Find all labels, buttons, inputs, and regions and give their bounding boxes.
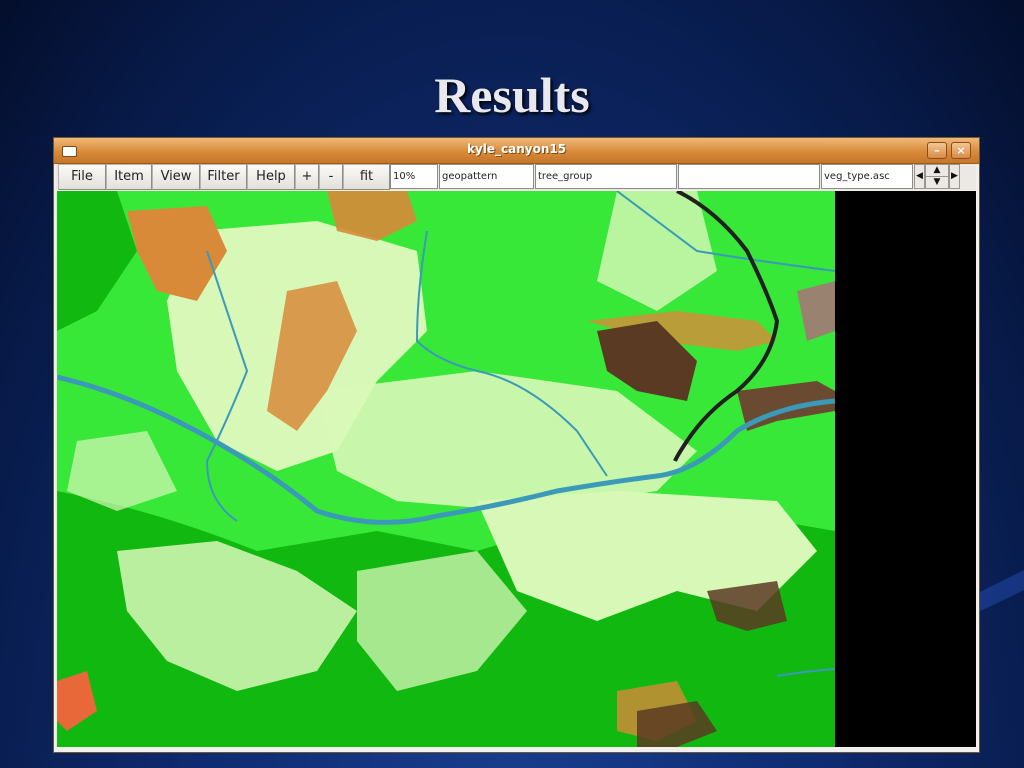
map-raster-area — [57, 191, 836, 747]
vegetation-map — [57, 191, 976, 747]
arrow-down-icon[interactable]: ▼ — [925, 176, 949, 189]
window-titlebar[interactable]: kyle_canyon15 – × — [54, 138, 979, 164]
layer-file-field[interactable]: veg_type.asc — [821, 164, 913, 189]
window-title: kyle_canyon15 — [466, 142, 567, 156]
file-menu-button[interactable]: File — [58, 164, 106, 190]
view-menu-button[interactable]: View — [152, 164, 200, 190]
fit-button[interactable]: fit — [343, 164, 390, 190]
arrow-right-icon[interactable]: ▶ — [949, 164, 960, 189]
filter-menu-button[interactable]: Filter — [200, 164, 247, 190]
minimize-icon[interactable]: – — [927, 142, 947, 159]
map-canvas[interactable] — [57, 191, 976, 747]
empty-field[interactable] — [678, 164, 820, 189]
zoom-in-button[interactable]: + — [295, 164, 319, 190]
arrow-left-icon[interactable]: ◀ — [914, 164, 925, 189]
zoom-out-button[interactable]: - — [319, 164, 343, 190]
toolbar: File Item View Filter Help + - fit 10% g… — [56, 164, 976, 190]
geopattern-field[interactable]: geopattern — [439, 164, 534, 189]
tree-group-field[interactable]: tree_group — [535, 164, 677, 189]
slide-title: Results — [434, 67, 590, 123]
help-menu-button[interactable]: Help — [247, 164, 295, 190]
app-window: kyle_canyon15 – × File Item View Filter … — [53, 137, 980, 753]
close-icon[interactable]: × — [951, 142, 971, 159]
zoom-level-field[interactable]: 10% — [390, 164, 438, 189]
item-menu-button[interactable]: Item — [106, 164, 152, 190]
